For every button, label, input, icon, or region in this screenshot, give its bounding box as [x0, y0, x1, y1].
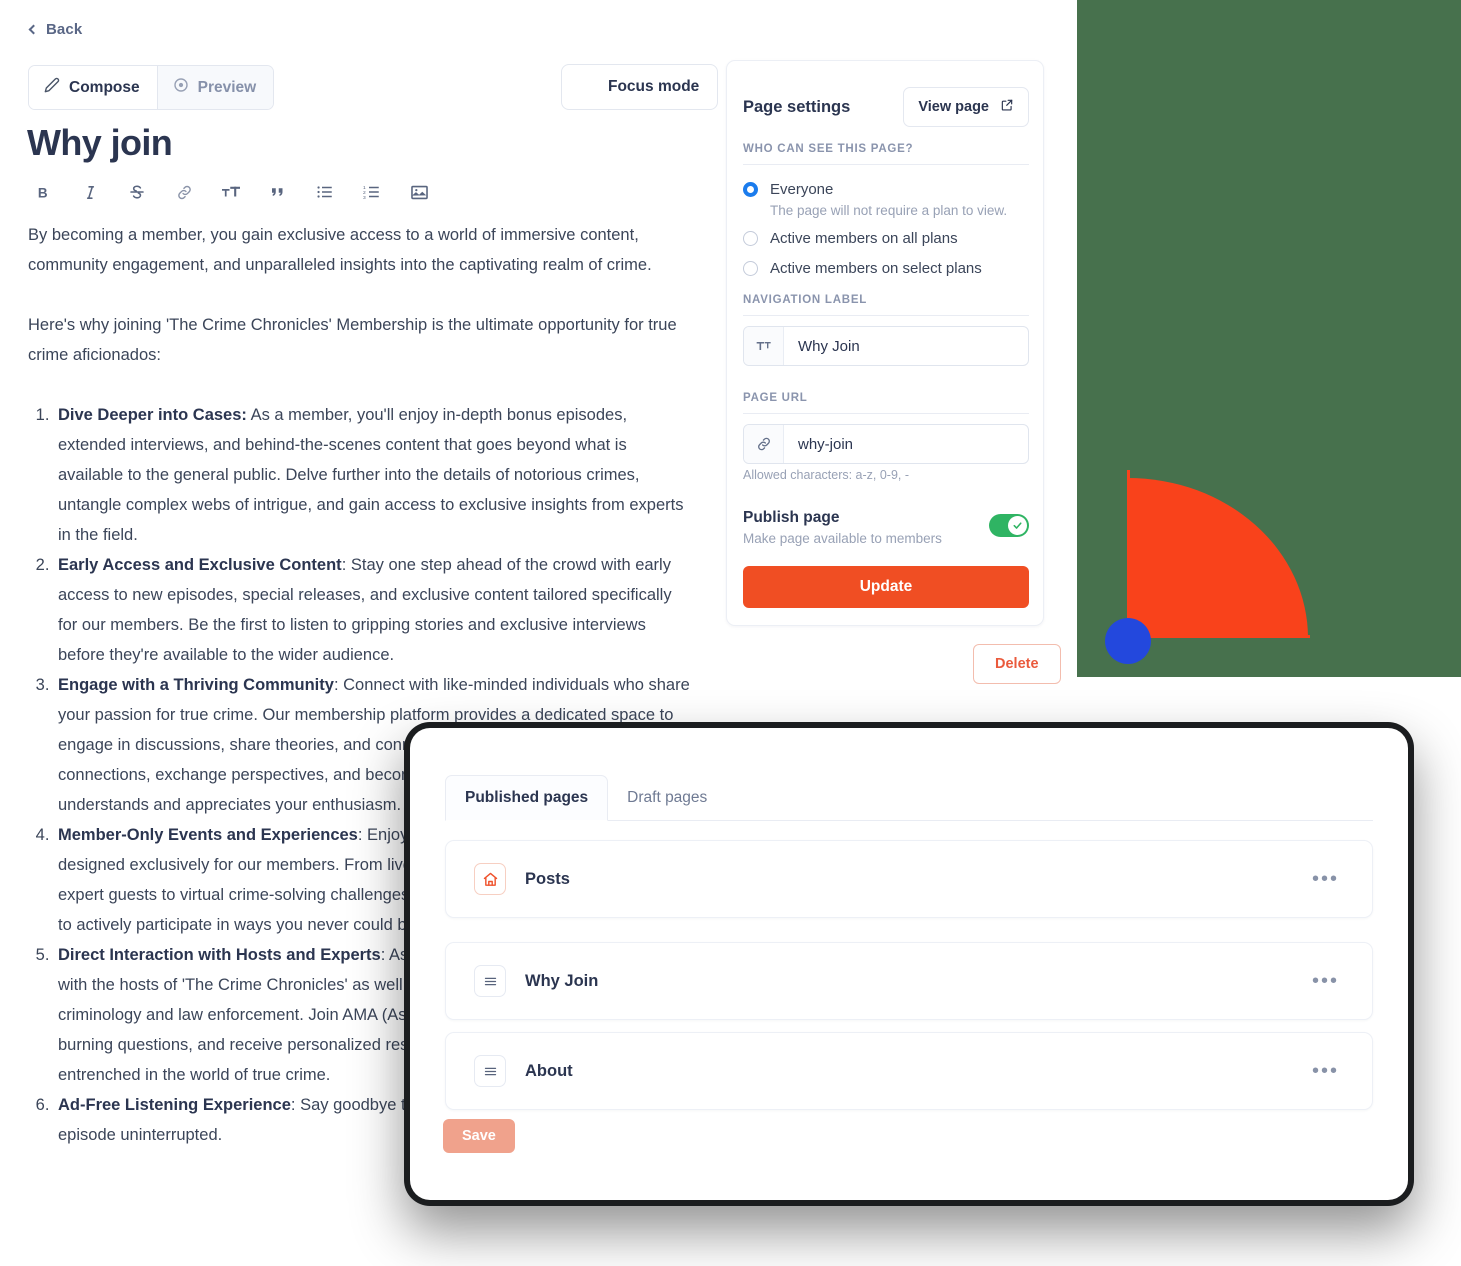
back-link[interactable]: Back [28, 21, 83, 38]
strikethrough-icon[interactable] [122, 178, 152, 206]
list-item-lead: Dive Deeper into Cases: [58, 406, 247, 424]
update-button[interactable]: Update [743, 566, 1029, 608]
visibility-option-select-plans[interactable]: Active members on select plans [743, 258, 982, 279]
tab-compose-label: Compose [69, 78, 140, 96]
bulleted-list-icon[interactable] [310, 178, 340, 206]
tab-published-pages[interactable]: Published pages [445, 775, 609, 821]
delete-button[interactable]: Delete [973, 644, 1061, 684]
list-item-lead: Direct Interaction with Hosts and Expert… [58, 946, 381, 964]
visibility-option-everyone[interactable]: Everyone The page will not require a pla… [743, 179, 1007, 218]
divider [743, 413, 1029, 414]
chevron-left-icon [28, 24, 39, 35]
page-title: Why join [27, 122, 173, 163]
divider [743, 164, 1029, 165]
link-icon[interactable] [169, 178, 199, 206]
hamburger-page-icon [474, 965, 506, 997]
visibility-option-label: Active members on select plans [770, 260, 982, 277]
tab-draft-pages[interactable]: Draft pages [608, 775, 726, 820]
svg-text:3: 3 [363, 195, 366, 201]
focus-frame-icon [580, 76, 597, 98]
page-list-item-title: Why Join [525, 971, 599, 990]
page-url-hint: Allowed characters: a-z, 0-9, - [743, 468, 910, 482]
tab-preview[interactable]: Preview [156, 66, 274, 109]
page-list-item-why-join[interactable]: Why Join ••• [445, 942, 1373, 1020]
toggle-knob-check-icon [1008, 516, 1027, 535]
bold-icon[interactable]: B [28, 178, 58, 206]
view-page-button[interactable]: View page [903, 87, 1029, 127]
back-label: Back [46, 21, 83, 38]
list-item-lead: Ad-Free Listening Experience [58, 1096, 291, 1114]
image-icon[interactable] [404, 178, 434, 206]
save-button[interactable]: Save [443, 1119, 515, 1153]
text-format-icon [744, 327, 784, 365]
divider [743, 315, 1029, 316]
page-row-menu-button[interactable]: ••• [1312, 1061, 1339, 1081]
blockquote-icon[interactable] [263, 178, 293, 206]
focus-mode-label: Focus mode [608, 78, 700, 95]
decorative-graphic [1077, 440, 1461, 680]
svg-text:2: 2 [363, 190, 366, 196]
screenshot-root: Back Compose Preview Focus mode Why join… [0, 0, 1461, 1266]
visibility-option-sub: The page will not require a plan to view… [770, 203, 1008, 218]
page-url-input[interactable] [784, 425, 1028, 463]
publish-page-toggle[interactable] [989, 514, 1029, 537]
tab-compose[interactable]: Compose [29, 66, 157, 109]
list-item-lead: Engage with a Thriving Community [58, 676, 334, 694]
heading-size-icon[interactable] [216, 178, 246, 206]
radio-all-plans[interactable] [743, 231, 758, 246]
list-item-lead: Early Access and Exclusive Content [58, 556, 342, 574]
tab-preview-label: Preview [197, 78, 257, 96]
page-row-menu-button[interactable]: ••• [1312, 971, 1339, 991]
page-row-menu-button[interactable]: ••• [1312, 869, 1339, 889]
format-toolbar: B 123 [28, 178, 434, 206]
decorative-quarter-circle [1128, 478, 1308, 638]
view-mode-switcher: Compose Preview [28, 65, 275, 110]
visibility-option-label: Everyone [770, 181, 834, 198]
page-list-item-title: Posts [525, 869, 570, 888]
focus-mode-button[interactable]: Focus mode [561, 64, 719, 110]
page-url-field[interactable] [743, 424, 1029, 464]
eye-icon [173, 77, 189, 98]
list-item: Early Access and Exclusive Content: Stay… [54, 550, 693, 670]
italic-icon[interactable] [75, 178, 105, 206]
publish-page-sub: Make page available to members [743, 531, 942, 546]
decorative-blue-circle [1105, 618, 1151, 664]
svg-text:1: 1 [363, 185, 366, 191]
visibility-heading: WHO CAN SEE THIS PAGE? [743, 143, 914, 155]
radio-select-plans[interactable] [743, 261, 758, 276]
navigation-label-field[interactable] [743, 326, 1029, 366]
pencil-icon [44, 77, 60, 98]
home-icon [474, 863, 506, 895]
radio-everyone[interactable] [743, 182, 758, 197]
visibility-option-all-plans[interactable]: Active members on all plans [743, 228, 958, 249]
pages-modal: Published pages Draft pages Posts ••• Wh… [410, 728, 1408, 1200]
list-item-lead: Member-Only Events and Experiences [58, 826, 358, 844]
numbered-list-icon[interactable]: 123 [357, 178, 387, 206]
publish-page-title: Publish page [743, 509, 840, 526]
view-page-label: View page [918, 99, 989, 115]
body-paragraph: By becoming a member, you gain exclusive… [28, 226, 652, 274]
body-paragraph: Here's why joining 'The Crime Chronicles… [28, 316, 677, 364]
list-item-text: As a member, you'll enjoy in-depth bonus… [58, 406, 684, 544]
list-item: Dive Deeper into Cases: As a member, you… [54, 400, 693, 550]
pages-modal-tabs: Published pages Draft pages [445, 775, 1373, 821]
hamburger-page-icon [474, 1055, 506, 1087]
page-list-item-posts[interactable]: Posts ••• [445, 840, 1373, 918]
page-settings-panel: Page settings View page WHO CAN SEE THIS… [726, 60, 1044, 626]
page-settings-header: Page settings View page [743, 87, 1029, 127]
page-url-heading: PAGE URL [743, 392, 808, 404]
page-list-item-title: About [525, 1061, 573, 1080]
page-settings-title: Page settings [743, 97, 851, 116]
publish-page-row: Publish page Make page available to memb… [743, 509, 1029, 546]
navigation-label-input[interactable] [784, 327, 1028, 365]
page-list-item-about[interactable]: About ••• [445, 1032, 1373, 1110]
svg-text:B: B [37, 185, 47, 200]
external-link-icon [1000, 98, 1014, 116]
visibility-option-label: Active members on all plans [770, 230, 958, 247]
navigation-label-heading: NAVIGATION LABEL [743, 294, 868, 306]
link-icon [744, 425, 784, 463]
